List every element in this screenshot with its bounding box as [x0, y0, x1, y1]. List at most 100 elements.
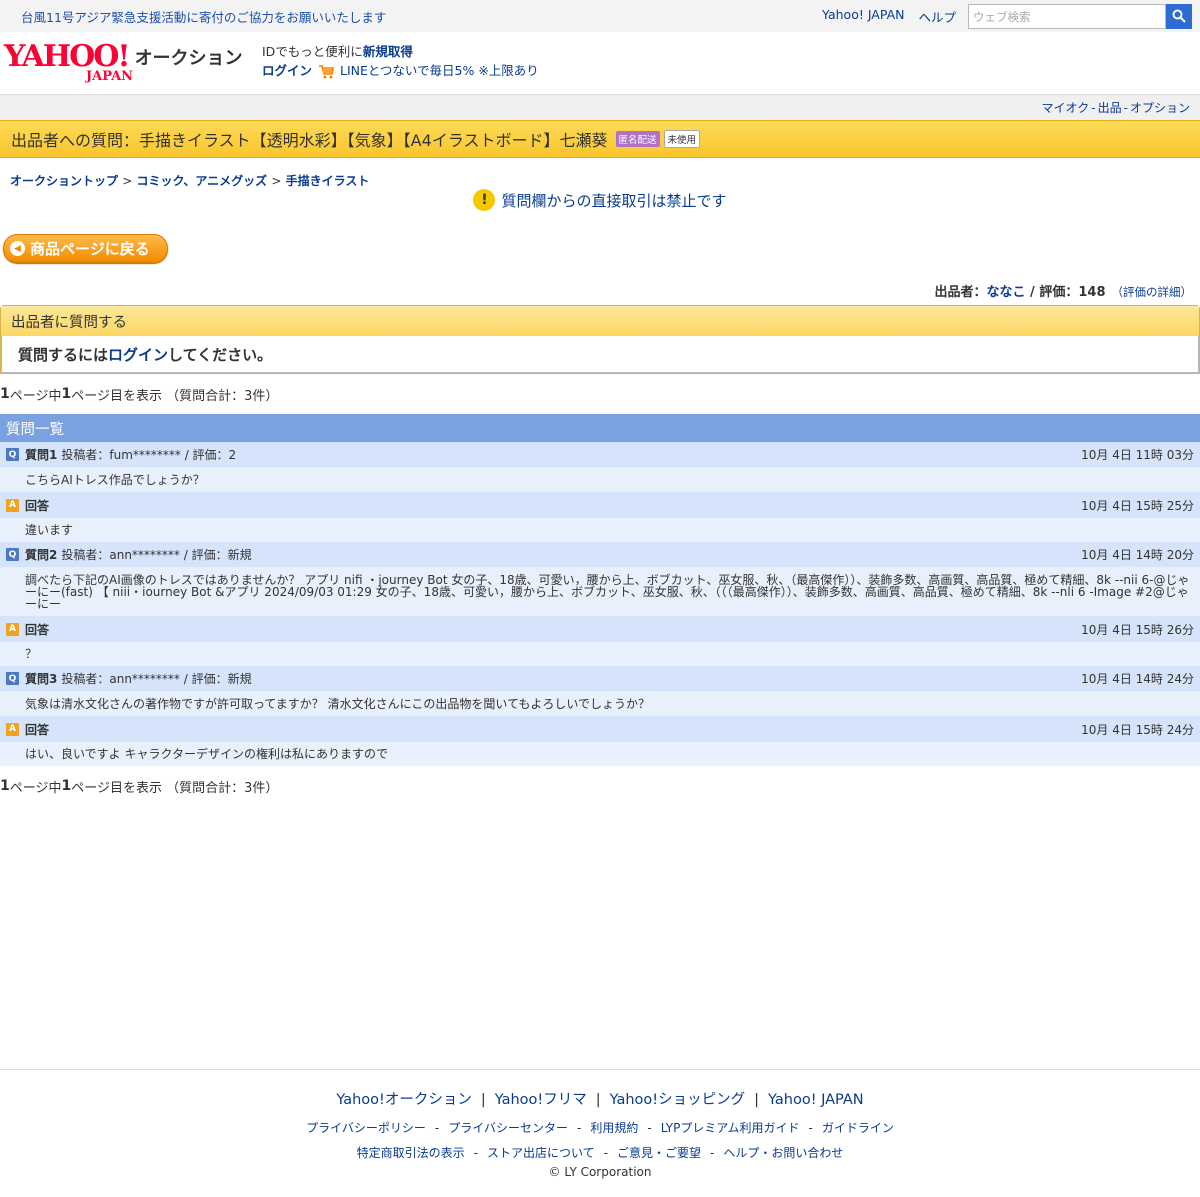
donation-notice-link[interactable]: 台風11号アジア緊急支援活動に寄付のご協力をお願いいたします	[21, 7, 822, 26]
seller-name-link[interactable]: ななこ	[987, 285, 1026, 300]
question-label: 質問3	[25, 672, 58, 686]
answer-row: A 回答 10月 4日 15時 24分	[0, 716, 1200, 742]
answer-date: 10月 4日 15時 25分	[1081, 498, 1194, 513]
arrow-left-icon: ◀	[10, 241, 25, 256]
footer-privacy-center[interactable]: プライバシーセンター	[448, 1121, 568, 1135]
answer-row: A 回答 10月 4日 15時 25分	[0, 492, 1200, 518]
seller-info: 出品者：ななこ / 評価：148 （評価の詳細）	[0, 281, 1200, 301]
back-to-item-button[interactable]: ◀ 商品ページに戻る	[3, 234, 168, 263]
footer-link-flea[interactable]: Yahoo!フリマ	[495, 1092, 587, 1108]
answer-text: はい、良いですよ キャラクターデザインの権利は私にありますので	[0, 742, 1200, 766]
yahoo-logo-text: YAHOO! JAPAN	[4, 39, 134, 85]
footer-terms[interactable]: 利用規約	[590, 1121, 638, 1135]
breadcrumb-auction-top[interactable]: オークショントップ	[10, 174, 118, 188]
ask-prefix: 質問するには	[18, 345, 109, 364]
answer-label: 回答	[25, 622, 50, 637]
page-mid: ページ中	[9, 780, 62, 796]
footer-guideline[interactable]: ガイドライン	[822, 1121, 894, 1135]
rating-label: 評価：	[1039, 285, 1079, 300]
warning-link[interactable]: 質問欄からの直接取引は禁止です	[501, 190, 726, 211]
site-header: YAHOO! JAPAN オークション IDでもっと便利に新規取得 ログイン LI…	[0, 32, 1200, 88]
footer-help-contact[interactable]: ヘルプ・お問い合わせ	[723, 1146, 843, 1160]
search-icon	[1172, 9, 1186, 23]
seller-rating: 148	[1078, 285, 1106, 300]
question-text: 調べたら下記のAI画像のトレスではありませんか？ アプリ nifi ・journ…	[0, 568, 1200, 616]
sell-link[interactable]: 出品	[1098, 99, 1122, 116]
page-mid: ページ中	[9, 388, 62, 404]
ask-login-link[interactable]: ログイン	[108, 344, 168, 365]
question-row: Q 質問1 投稿者：fum******** / 評価：2 10月 4日 11時 …	[0, 442, 1200, 468]
option-sep: -	[1091, 100, 1096, 115]
exclamation-icon: !	[473, 189, 496, 211]
footer-link-yahoo-japan[interactable]: Yahoo! JAPAN	[768, 1092, 864, 1108]
answer-text: 違います	[0, 518, 1200, 542]
answer-label: 回答	[25, 722, 50, 737]
web-search: ウェブ検索	[968, 3, 1192, 29]
option-sep: -	[1123, 100, 1128, 115]
question-meta: 投稿者：ann******** / 評価：新規	[61, 672, 252, 686]
breadcrumb-sep: >	[271, 174, 282, 188]
footer-sub-links-1: プライバシーポリシー - プライバシーセンター - 利用規約 - LYPプレミアム利用ガイド…	[306, 1121, 894, 1135]
page-tail: ページ目を表示 （質問合計：3件）	[71, 388, 279, 404]
answer-icon: A	[6, 722, 19, 736]
answer-date: 10月 4日 15時 24分	[1081, 722, 1194, 737]
seller-label: 出品者：	[934, 285, 987, 300]
yahoo-japan-link[interactable]: Yahoo! JAPAN	[822, 7, 904, 26]
copyright: © LY Corporation	[548, 1165, 652, 1179]
ask-suffix: してください。	[168, 345, 273, 364]
question-date: 10月 4日 11時 03分	[1081, 448, 1194, 462]
question-icon: Q	[6, 548, 19, 561]
footer-commerce-law[interactable]: 特定商取引法の表示	[357, 1146, 465, 1160]
seller-slash: /	[1025, 285, 1040, 300]
page-tail: ページ目を表示 （質問合計：3件）	[71, 780, 279, 796]
help-link[interactable]: ヘルプ	[918, 7, 956, 26]
search-input[interactable]: ウェブ検索	[968, 3, 1166, 29]
ask-body: 質問するには ログイン してください。	[1, 336, 1199, 373]
options-link[interactable]: オプション	[1130, 99, 1190, 116]
breadcrumb-sep: >	[122, 174, 133, 188]
account-info: IDでもっと便利に新規取得 ログイン LINEとつないで毎日5% ※上限あり	[262, 42, 539, 80]
question-meta: 投稿者：ann******** / 評価：新規	[61, 548, 252, 562]
shopping-cart-icon	[319, 64, 334, 78]
footer-privacy-policy[interactable]: プライバシーポリシー	[306, 1121, 426, 1135]
anonymous-shipping-badge: 匿名配送	[615, 131, 660, 147]
question-row: Q 質問3 投稿者：ann******** / 評価：新規 10月 4日 14時…	[0, 666, 1200, 692]
page-info-top: 1 ページ中 1 ページ目を表示 （質問合計：3件）	[0, 374, 1200, 414]
question-label: 質問1	[25, 448, 58, 462]
top-bar: 台風11号アジア緊急支援活動に寄付のご協力をお願いいたします Yahoo! JA…	[0, 0, 1200, 32]
search-button[interactable]	[1166, 3, 1192, 29]
login-link[interactable]: ログイン	[262, 63, 312, 78]
title-bar: 出品者への質問：手描きイラスト【透明水彩】【気象】【A4イラストボード】七瀬葵 …	[0, 120, 1200, 158]
answer-row: A 回答 10月 4日 15時 26分	[0, 616, 1200, 642]
rating-detail-link[interactable]: （評価の詳細）	[1112, 285, 1193, 299]
footer-link-auction[interactable]: Yahoo!オークション	[336, 1092, 472, 1108]
line-promo-link[interactable]: LINEとつないで毎日5% ※上限あり	[340, 63, 539, 78]
back-button-label: 商品ページに戻る	[30, 240, 150, 258]
yahoo-auction-logo[interactable]: YAHOO! JAPAN オークション	[4, 39, 262, 85]
register-link[interactable]: 新規取得	[363, 44, 413, 59]
ask-question-box: 出品者に質問する 質問するには ログイン してください。	[0, 305, 1200, 374]
question-icon: Q	[6, 672, 19, 685]
answer-date: 10月 4日 15時 26分	[1081, 622, 1194, 637]
option-bar: マイオク - 出品 - オプション	[0, 94, 1200, 120]
page-info-bottom: 1 ページ中 1 ページ目を表示 （質問合計：3件）	[0, 766, 1200, 806]
question-list-heading: 質問一覧	[0, 414, 1200, 442]
footer-premium-guide[interactable]: LYPプレミアム利用ガイド	[661, 1121, 800, 1135]
page-title: 出品者への質問：手描きイラスト【透明水彩】【気象】【A4イラストボード】七瀬葵	[11, 131, 608, 150]
question-meta: 投稿者：fum******** / 評価：2	[61, 448, 237, 462]
myauction-link[interactable]: マイオク	[1042, 99, 1090, 116]
question-text: こちらAIトレス作品でしょうか？	[0, 468, 1200, 492]
footer-store-open[interactable]: ストア出店について	[487, 1146, 595, 1160]
footer: Yahoo!オークション | Yahoo!フリマ | Yahoo!ショッピング | Yaho…	[0, 1069, 1200, 1197]
answer-text: ？	[0, 642, 1200, 666]
id-text: IDでもっと便利に	[262, 44, 363, 59]
breadcrumb-handdrawn[interactable]: 手描きイラスト	[286, 174, 370, 188]
top-links: Yahoo! JAPAN ヘルプ	[822, 7, 956, 26]
breadcrumb-comic-anime[interactable]: コミック、アニメグッズ	[136, 174, 267, 188]
total-pages: 1	[0, 386, 10, 402]
ask-heading: 出品者に質問する	[1, 306, 1199, 336]
footer-link-shopping[interactable]: Yahoo!ショッピング	[610, 1092, 746, 1108]
footer-feedback[interactable]: ご意見・ご要望	[617, 1146, 701, 1160]
question-list: 質問一覧 Q 質問1 投稿者：fum******** / 評価：2 10月 4日…	[0, 414, 1200, 766]
service-name: オークション	[134, 48, 243, 69]
